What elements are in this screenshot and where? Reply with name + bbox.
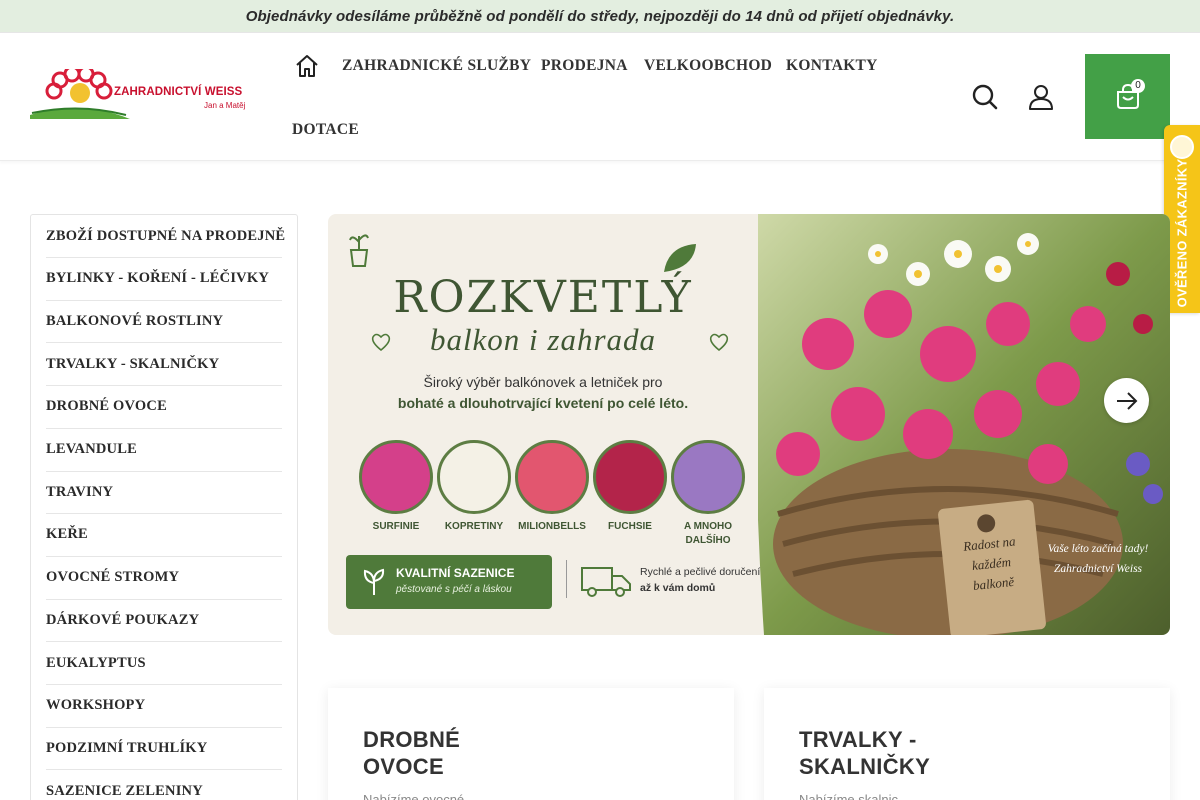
sidebar-item-trvalky[interactable]: TRVALKY - SKALNIČKY (46, 343, 282, 387)
flower-thumb-kopretiny (437, 440, 511, 514)
heart-icon (709, 333, 729, 352)
quality-ribbon: KVALITNÍ SAZENICE pěstované s péčí a lás… (346, 555, 552, 609)
sidebar-item-ovocne-stromy[interactable]: OVOCNÉ STROMY (46, 557, 282, 600)
potted-plant-icon (349, 234, 369, 267)
search-icon (972, 84, 998, 110)
tag-text: Radost na každém balkoně (962, 533, 1017, 594)
divider (566, 560, 567, 598)
card-title: TRVALKY - SKALNIČKY (799, 727, 931, 779)
sidebar-item-podzimni-truhliky[interactable]: PODZIMNÍ TRUHLÍKY (46, 727, 282, 771)
flower-label: FUCHSIE (608, 521, 652, 532)
sidebar-item-workshopy[interactable]: WORKSHOPY (46, 685, 282, 728)
flower-label: A MNOHO DALŠÍHO (684, 521, 732, 546)
sidebar-item-bylinky[interactable]: BYLINKY - KOŘENÍ - LÉČIVKY (46, 258, 282, 301)
nav-item-zahradnicke-sluzby[interactable]: ZAHRADNICKÉ SLUŽBY (342, 57, 531, 75)
flower-thumb-surfinie (359, 440, 433, 514)
card-description: Nabízíme ovocné... (363, 792, 475, 800)
nav-item-velkoobchod[interactable]: VELKOOBCHOD (644, 57, 772, 75)
sidebar-item-zbozi-dostupne[interactable]: ZBOŽÍ DOSTUPNÉ NA PRODEJNĚ (46, 215, 286, 258)
delivery-truck-icon (581, 567, 631, 597)
category-card-trvalky[interactable]: TRVALKY - SKALNIČKY Nabízíme skalnic... (764, 688, 1170, 800)
category-sidebar: ZBOŽÍ DOSTUPNÉ NA PRODEJNĚ BYLINKY - KOŘ… (30, 214, 298, 800)
nav-item-kontakty[interactable]: KONTAKTY (786, 57, 878, 75)
sidebar-item-label: BYLINKY - KOŘENÍ - LÉČIVKY (46, 270, 269, 287)
arrow-right-icon (1116, 391, 1137, 410)
announcement-text: Objednávky odesíláme průběžně od pondělí… (245, 7, 955, 25)
sidebar-item-drobne-ovoce[interactable]: DROBNÉ OVOCE (46, 386, 282, 429)
banner-text-line2: bohaté a dlouhotrvající kvetení po celé … (397, 395, 689, 411)
card-description: Nabízíme skalnic... (799, 792, 909, 800)
sidebar-item-label: TRVALKY - SKALNIČKY (46, 355, 220, 372)
sidebar-item-balkonove-rostliny[interactable]: BALKONOVÉ ROSTLINY (46, 300, 282, 344)
nav-item-prodejna[interactable]: PRODEJNA (541, 57, 628, 75)
card-title: DROBNÉ OVOCE (363, 727, 461, 779)
banner-text-line1: Široký výběr balkónovek a letniček pro (423, 374, 663, 390)
cart-button[interactable]: 0 (1085, 54, 1170, 139)
flower-label: SURFINIE (372, 521, 420, 532)
sidebar-item-label: DÁRKOVÉ POUKAZY (46, 611, 200, 628)
search-button[interactable] (970, 82, 1000, 112)
flower-thumb-dalsi (671, 440, 745, 514)
flower-thumb-milionbells (515, 440, 589, 514)
verified-badge-label: OVĚŘENO ZÁKAZNÍKY (1174, 158, 1190, 308)
sidebar-item-sazenice-zeleniny[interactable]: SAZENICE ZELENINY (46, 770, 282, 800)
sidebar-item-label: ZBOŽÍ DOSTUPNÉ NA PRODEJNĚ (46, 227, 286, 244)
nav-item-dotace[interactable]: DOTACE (292, 121, 359, 139)
sidebar-item-label: EUKALYPTUS (46, 654, 146, 671)
quality-subtitle: pěstované s péčí a láskou (396, 584, 512, 595)
quality-title: KVALITNÍ SAZENICE (396, 566, 515, 580)
category-card-drobne-ovoce[interactable]: DROBNÉ OVOCE Nabízíme ovocné... (328, 688, 734, 800)
sidebar-item-kere[interactable]: KEŘE (46, 514, 282, 557)
flower-label: KOPRETINY (444, 521, 504, 532)
flower-thumb-fuchsie (593, 440, 667, 514)
delivery-line2: až k vám domů (640, 582, 716, 594)
site-logo[interactable]: ZAHRADNICTVÍ WEISS Jan a Matěj (30, 69, 246, 121)
leaf-icon (664, 244, 696, 272)
sidebar-item-label: SAZENICE ZELENINY (46, 782, 203, 799)
cart-count-badge: 0 (1131, 79, 1145, 93)
banner-subtitle: balkon i zahrada (429, 322, 657, 357)
logo-tagline: Jan a Matěj (204, 101, 246, 110)
sidebar-item-label: KEŘE (46, 526, 88, 543)
sidebar-item-label: TRAVINY (46, 483, 114, 500)
nav-home-button[interactable] (292, 51, 322, 81)
sidebar-item-traviny[interactable]: TRAVINY (46, 471, 282, 515)
logo-name: ZAHRADNICTVÍ WEISS (114, 86, 243, 98)
seedling-icon (363, 568, 385, 595)
flower-label: MILIONBELLS (518, 521, 586, 532)
banner-next-button[interactable] (1104, 378, 1149, 423)
hero-banner[interactable]: ROZKVETLÝ balkon i zahrada Široký výběr … (328, 214, 1170, 635)
sidebar-item-label: BALKONOVÉ ROSTLINY (46, 312, 224, 329)
sidebar-item-label: OVOCNÉ STROMY (46, 569, 180, 586)
user-icon (1029, 85, 1053, 110)
sidebar-item-eukalyptus[interactable]: EUKALYPTUS (46, 642, 282, 685)
sidebar-item-label: LEVANDULE (46, 441, 137, 457)
banner-promo-text: Vaše léto začíná tady! Zahradnictví Weis… (1047, 543, 1149, 575)
announcement-bar: Objednávky odesíláme průběžně od pondělí… (0, 0, 1200, 32)
sidebar-item-levandule[interactable]: LEVANDULE (46, 429, 282, 472)
sidebar-item-darkove-poukazy[interactable]: DÁRKOVÉ POUKAZY (46, 599, 282, 643)
sidebar-item-label: PODZIMNÍ TRUHLÍKY (46, 739, 208, 756)
tag-hole (976, 513, 997, 534)
heart-icon (371, 333, 391, 352)
sidebar-item-label: DROBNÉ OVOCE (46, 398, 167, 415)
site-header: ZAHRADNICTVÍ WEISS Jan a Matěj ZAHRADNIC… (0, 32, 1200, 161)
verified-seal-icon (1170, 135, 1194, 159)
banner-title: ROZKVETLÝ (393, 272, 693, 323)
delivery-line1: Rychlé a pečlivé doručení (640, 566, 761, 578)
sidebar-item-label: WORKSHOPY (46, 697, 146, 714)
account-button[interactable] (1026, 82, 1056, 112)
home-icon (296, 55, 318, 77)
